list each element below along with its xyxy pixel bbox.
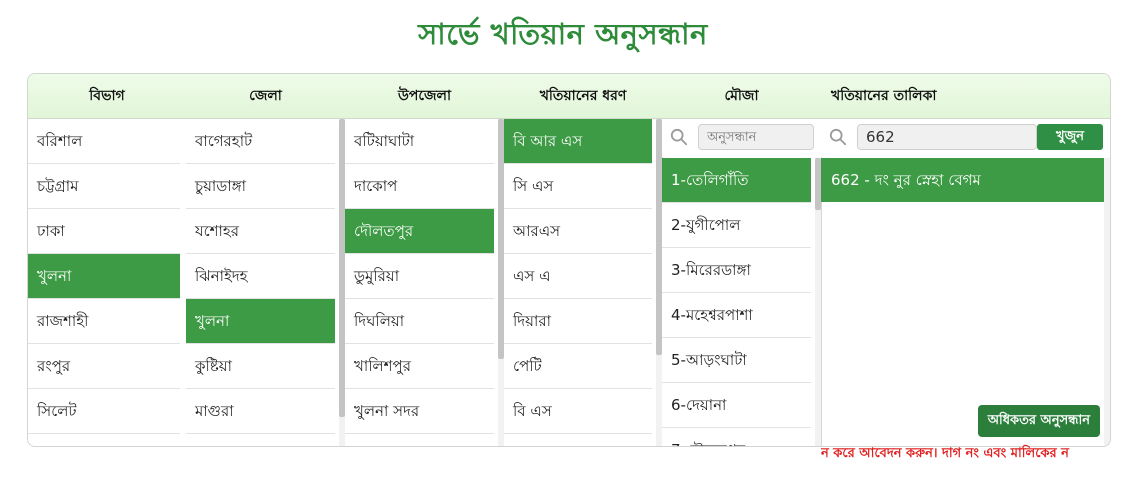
upazila-column: উপজেলা বটিয়াঘাটা দাকোপ দৌলতপুর ডুমুরিয়া দি…	[345, 74, 505, 446]
list-item[interactable]: 5-আড়ংঘাটা	[662, 338, 811, 383]
list-item[interactable]: 6-দেয়ানা	[662, 383, 811, 428]
mouza-search-row	[662, 119, 821, 157]
list-item[interactable]: 1-তেলিগাঁতি	[662, 158, 811, 203]
list-item[interactable]: 2-যুগীপোল	[662, 203, 811, 248]
list-item[interactable]: কয়রা	[345, 434, 494, 446]
list-item[interactable]: দিয়ারা	[504, 299, 652, 344]
list-item[interactable]: মেহেরপুর	[186, 434, 335, 446]
list-item[interactable]: আরএস	[504, 209, 652, 254]
division-list: বরিশাল চট্টগ্রাম ঢাকা খুলনা রাজশাহী রংপুর সিলে…	[28, 119, 180, 446]
khatian-result-item[interactable]: 662 - দং নুর স্নেহা বেগম	[821, 158, 1104, 202]
list-item[interactable]: ঢাকা	[28, 209, 180, 254]
khatian-list-column: খতিয়ানের তালিকা খুজুন 662 - দং নুর স্নে…	[821, 74, 1110, 446]
list-item[interactable]: খুলনা	[186, 299, 335, 344]
list-item[interactable]: দিঘলিয়া	[345, 299, 494, 344]
list-item[interactable]: 4-মহেশ্বরপাশা	[662, 293, 811, 338]
khatian-type-list: বি আর এসসি এসআরএসএস এদিয়ারাপেটিবি এসসাব…	[504, 119, 652, 446]
advanced-search-button[interactable]: অধিকতর অনুসন্ধান	[977, 405, 1100, 437]
division-header: বিভাগ	[28, 74, 186, 119]
list-item[interactable]: দৌলতপুর	[345, 209, 494, 254]
mouza-header: মৌজা	[662, 74, 821, 119]
district-list: বাগেরহাট চুয়াডাঙ্গা যশোহর ঝিনাইদহ খুলনা কুষ্…	[186, 119, 335, 446]
mouza-list: 1-তেলিগাঁতি 2-যুগীপোল 3-মিরেরডাঙ্গা 4-মহেশ্…	[662, 158, 811, 446]
list-item[interactable]: বি আর এস	[504, 119, 652, 164]
list-item[interactable]: বি এস	[504, 389, 652, 434]
list-item[interactable]: দাকোপ	[345, 164, 494, 209]
search-button[interactable]: খুজুন	[1037, 124, 1103, 150]
district-column: জেলা বাগেরহাট চুয়াডাঙ্গা যশোহর ঝিনাইদহ খুলন…	[186, 74, 346, 446]
khatian-search-row: খুজুন	[821, 119, 1110, 157]
list-item[interactable]: খুলনা	[28, 254, 180, 299]
search-icon	[670, 128, 688, 146]
list-item[interactable]: সি এস	[504, 164, 652, 209]
khatian-list-scrollbar[interactable]	[1104, 158, 1110, 446]
list-item[interactable]: বাগেরহাট	[186, 119, 335, 164]
list-item[interactable]: ডুমুরিয়া	[345, 254, 494, 299]
list-item[interactable]: 3-মিরেরডাঙ্গা	[662, 248, 811, 293]
list-item[interactable]: ময়মনসিংহ	[28, 434, 180, 446]
page-title: সার্ভে খতিয়ান অনুসন্ধান	[418, 17, 708, 51]
khatian-list-header: খতিয়ানের তালিকা	[821, 74, 1110, 119]
notice-text: ন করে আবেদন করুন। দাগ নং এবং মালিকের ন	[821, 446, 1069, 461]
mouza-search-input[interactable]	[698, 124, 814, 150]
khatian-type-column: খতিয়ানের ধরণ বি আর এস সি এস আরএস এস এ দিয়া…	[504, 74, 663, 446]
list-item[interactable]: কুষ্টিয়া	[186, 344, 335, 389]
search-icon	[829, 128, 847, 146]
division-column: বিভাগ বরিশাল চট্টগ্রাম ঢাকা খুলনা রাজশাহী রংপ…	[28, 74, 187, 446]
district-header: জেলা	[186, 74, 345, 119]
upazila-list: বটিয়াঘাটা দাকোপ দৌলতপুর ডুমুরিয়া দিঘলিয়া খ…	[345, 119, 494, 446]
mouza-column: মৌজা 1-তেলিগাঁতি2-যুগীপোল3-মিরেরডাঙ্গা4-…	[662, 74, 822, 446]
list-item[interactable]: মাগুরা	[186, 389, 335, 434]
list-item[interactable]: চুয়াডাঙ্গা	[186, 164, 335, 209]
list-item[interactable]: বরিশাল	[28, 119, 180, 164]
list-item[interactable]: যশোহর	[186, 209, 335, 254]
list-item[interactable]: পেটি	[504, 344, 652, 389]
khatian-search-input[interactable]	[857, 124, 1037, 150]
upazila-header: উপজেলা	[345, 74, 504, 119]
list-item[interactable]: রাজশাহী	[28, 299, 180, 344]
list-item[interactable]: 7-দৌলতপুর	[662, 428, 811, 446]
khatian-search-panel: বিভাগ বরিশাল চট্টগ্রাম ঢাকা খুলনা রাজশাহী রংপ…	[27, 73, 1111, 447]
list-item[interactable]: এস এ	[504, 254, 652, 299]
list-item[interactable]: রংপুর	[28, 344, 180, 389]
list-item[interactable]: সাবেক	[504, 434, 652, 446]
khatian-type-header: খতিয়ানের ধরণ	[504, 74, 662, 119]
list-item[interactable]: সিলেট	[28, 389, 180, 434]
list-item[interactable]: খালিশপুর	[345, 344, 494, 389]
list-item[interactable]: বটিয়াঘাটা	[345, 119, 494, 164]
list-item[interactable]: ঝিনাইদহ	[186, 254, 335, 299]
list-item[interactable]: চট্টগ্রাম	[28, 164, 180, 209]
list-item[interactable]: খুলনা সদর	[345, 389, 494, 434]
